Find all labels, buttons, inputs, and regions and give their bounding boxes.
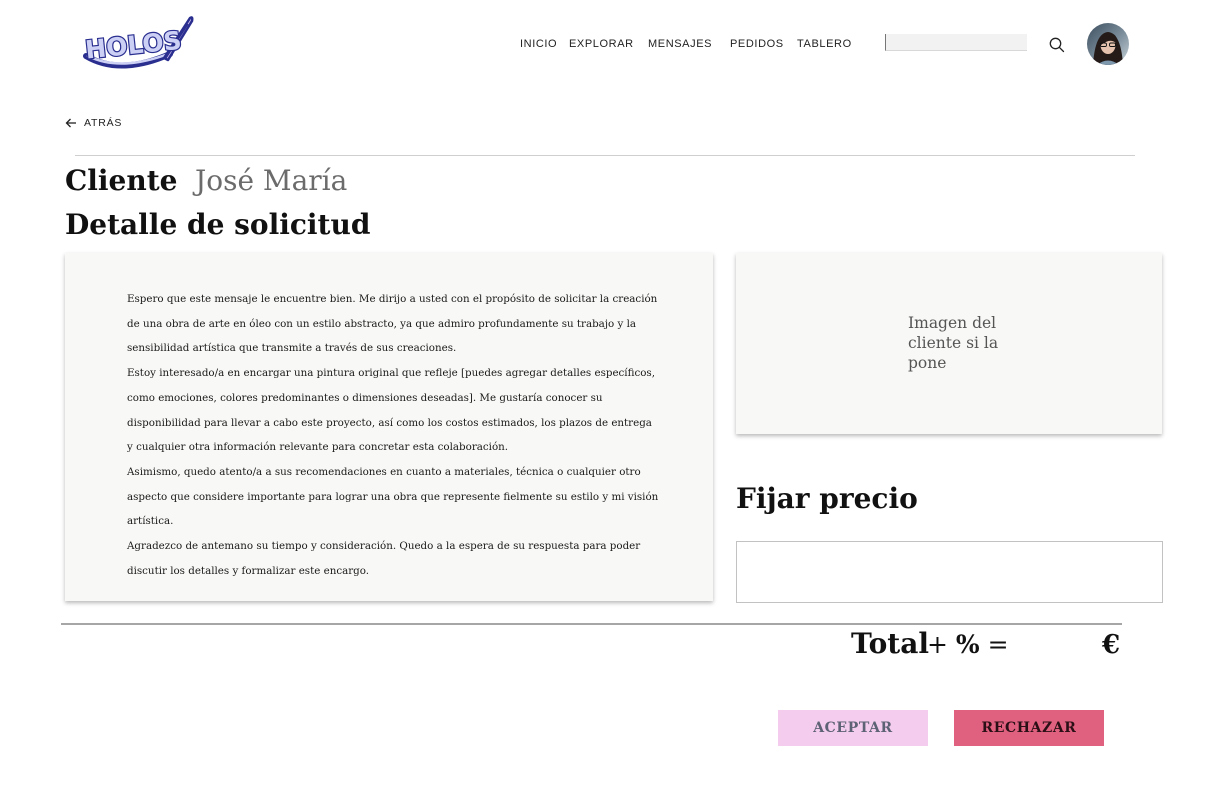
total-label: Total [851,627,930,660]
message-paragraph: Estoy interesado/a en encargar una pintu… [127,367,655,454]
back-label: ATRÁS [84,117,123,129]
price-input[interactable] [736,541,1163,603]
request-detail-title: Detalle de solicitud [65,208,371,241]
avatar[interactable] [1087,23,1129,65]
search-icon[interactable] [1048,36,1066,54]
currency-symbol: € [1102,630,1121,660]
search-input[interactable] [885,34,1027,51]
plus-sign: + [927,630,948,659]
accept-button[interactable]: ACEPTAR [778,710,928,746]
set-price-title: Fijar precio [736,482,918,515]
message-paragraph: Asimismo, quedo atento/a a sus recomenda… [127,465,659,528]
percent-sign: % [955,630,980,659]
holos-logo[interactable]: HOLOS [80,14,196,74]
nav-item-inicio[interactable]: INICIO [520,38,557,50]
client-name: José María [195,164,348,197]
nav-item-pedidos[interactable]: PEDIDOS [730,38,784,50]
nav-item-explorar[interactable]: EXPLORAR [569,38,634,50]
back-link[interactable]: ATRÁS [65,117,122,129]
total-divider [61,623,1122,625]
equals-sign: = [987,630,1009,659]
divider [75,155,1135,156]
total-formula: + % = [927,630,1009,659]
client-label: Cliente [65,164,178,197]
arrow-left-icon [65,118,76,128]
nav-item-mensajes[interactable]: MENSAJES [648,38,712,50]
message-paragraph: Agradezco de antemano su tiempo y consid… [127,540,641,577]
client-image-placeholder: Imagen del cliente si la pone [908,314,999,372]
request-message-card: Espero que este mensaje le encuentre bie… [65,253,713,601]
reject-button[interactable]: RECHAZAR [954,710,1104,746]
client-image-card: Imagen del cliente si la pone [736,253,1162,434]
message-paragraph: Espero que este mensaje le encuentre bie… [127,293,658,355]
nav-item-tablero[interactable]: TABLERO [797,38,852,50]
request-message: Espero que este mensaje le encuentre bie… [127,287,659,583]
